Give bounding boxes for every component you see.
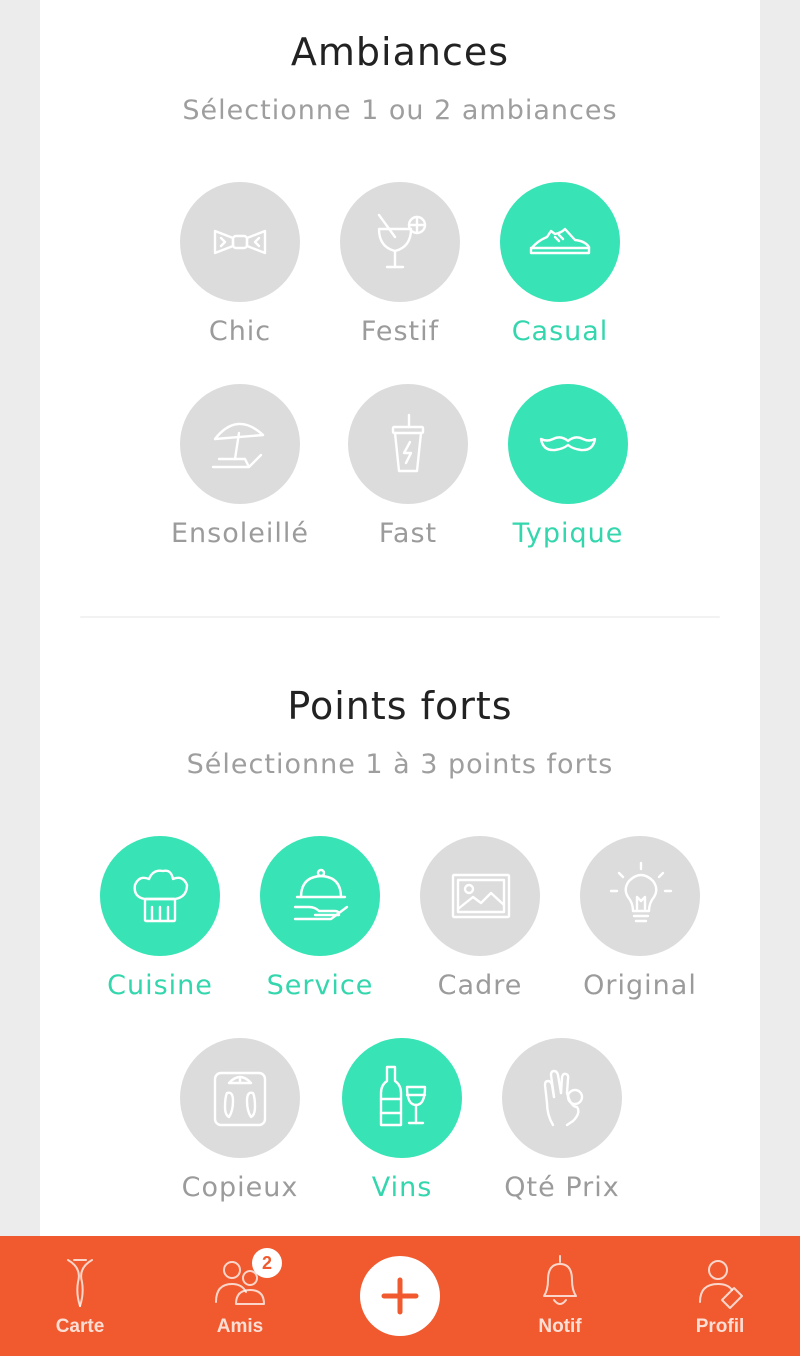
add-button[interactable] [360,1256,440,1336]
point-option-cuisine[interactable]: Cuisine [80,836,240,1036]
point-copieux-circle[interactable] [180,1038,300,1158]
point-service-circle[interactable] [260,836,380,956]
point-cuisine-label: Cuisine [107,970,213,1001]
ambiance-option-ensoleille[interactable]: Ensoleillé [160,384,320,584]
picture-icon [451,873,511,919]
ambiance-typique-label: Typique [512,518,624,549]
point-option-service[interactable]: Service [240,836,400,1036]
ambiance-casual-circle[interactable] [500,182,620,302]
points-forts-subtitle: Sélectionne 1 à 3 points forts [186,749,614,780]
ambiance-festif-circle[interactable] [340,182,460,302]
ambiance-casual-label: Casual [511,316,609,347]
nav-label-profil: Profil [695,1316,745,1337]
chef-hat-icon [133,869,189,923]
point-copieux-label: Copieux [181,1172,299,1203]
ambiances-title: Ambiances [290,30,510,74]
nav-label-notif: Notif [538,1316,582,1337]
point-option-cadre[interactable]: Cadre [400,836,560,1036]
ambiance-option-typique[interactable]: Typique [488,384,648,584]
ambiance-fast-label: Fast [378,518,438,549]
ambiances-subtitle: Sélectionne 1 ou 2 ambiances [182,95,618,126]
point-option-copieux[interactable]: Copieux [160,1038,320,1238]
cloche-icon [293,868,349,921]
profile-icon [699,1260,743,1309]
points-forts-title: Points forts [287,684,513,728]
ambiance-ensoleille-label: Ensoleillé [171,518,309,549]
nav-label-carte: Carte [55,1316,105,1337]
point-cadre-label: Cadre [437,970,523,1001]
pin-icon [67,1259,93,1307]
point-cuisine-circle[interactable] [100,836,220,956]
point-original-circle[interactable] [580,836,700,956]
nav-item-amis[interactable]: 2 Amis [160,1236,320,1356]
ambiance-option-chic[interactable]: Chic [160,182,320,382]
nav-item-carte[interactable]: Carte [0,1236,160,1356]
section-divider [80,616,720,618]
ambiance-option-festif[interactable]: Festif [320,182,480,382]
amis-badge: 2 [252,1248,282,1278]
sneaker-icon [529,227,591,255]
scale-icon [213,1071,267,1127]
cocktail-icon [377,213,427,269]
bell-icon [543,1255,577,1305]
plus-icon [381,1277,419,1315]
bottom-nav: Carte 2 Amis Notif Profil [0,1236,800,1356]
mustache-icon [539,436,597,452]
point-option-qte-prix[interactable]: Qté Prix [482,1038,642,1238]
point-option-vins[interactable]: Vins [322,1038,482,1238]
lightbulb-icon [609,861,673,923]
ambiance-fast-circle[interactable] [348,384,468,504]
ambiance-ensoleille-circle[interactable] [180,384,300,504]
nav-label-amis: Amis [216,1316,264,1337]
point-cadre-circle[interactable] [420,836,540,956]
ok-hand-icon [543,1069,584,1127]
point-qte-prix-label: Qté Prix [504,1172,620,1203]
ambiance-chic-circle[interactable] [180,182,300,302]
ambiance-chic-label: Chic [208,316,272,347]
ambiance-option-casual[interactable]: Casual [480,182,640,382]
point-vins-label: Vins [371,1172,433,1203]
bow-tie-icon [213,229,267,255]
ambiance-festif-label: Festif [360,316,440,347]
point-service-label: Service [266,970,374,1001]
point-qte-prix-circle[interactable] [502,1038,622,1158]
point-vins-circle[interactable] [342,1038,462,1158]
ambiance-typique-circle[interactable] [508,384,628,504]
nav-item-profil[interactable]: Profil [640,1236,800,1356]
nav-item-notif[interactable]: Notif [480,1236,640,1356]
ambiance-option-fast[interactable]: Fast [328,384,488,584]
point-original-label: Original [583,970,697,1001]
wine-icon [379,1065,427,1127]
point-option-original[interactable]: Original [560,836,720,1036]
takeaway-cup-icon [391,413,425,473]
settings-card: Ambiances Sélectionne 1 ou 2 ambiances C… [40,0,760,1236]
beach-umbrella-icon [211,422,265,469]
